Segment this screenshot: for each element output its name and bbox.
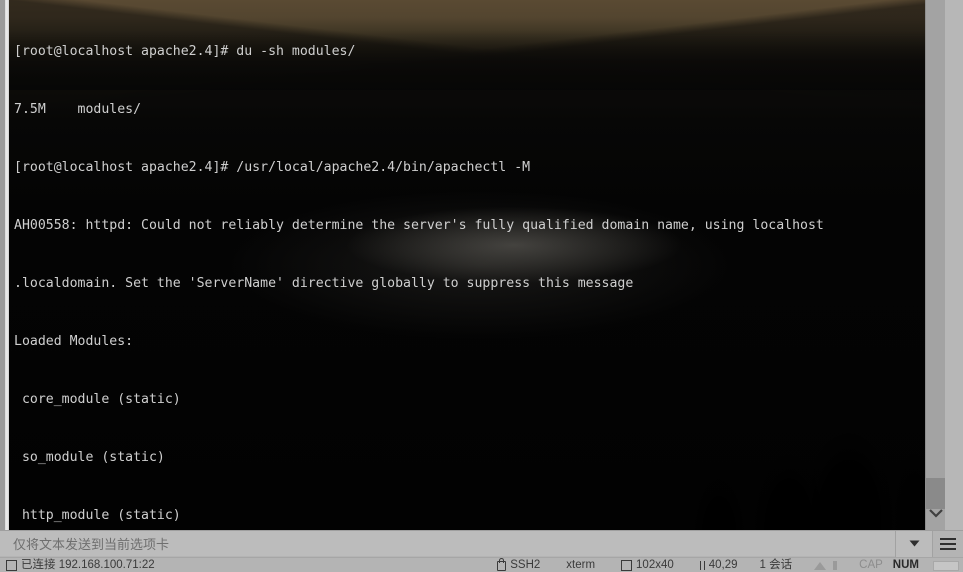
terminal-line: Loaded Modules: <box>14 333 134 349</box>
status-bar: 已连接 192.168.100.71:22 SSH2 xterm 102x40 … <box>0 557 963 572</box>
download-bar-icon <box>833 561 838 570</box>
status-num: NUM <box>893 558 933 572</box>
status-connection-label: 已连接 192.168.100.71:22 <box>21 559 155 571</box>
chevron-down-icon[interactable] <box>926 504 945 522</box>
status-caps: CAP <box>859 558 893 572</box>
window-right-gutter <box>945 0 963 530</box>
send-command-bar: 仅将文本发送到当前选项卡 <box>0 530 963 557</box>
status-terminal-type-label: xterm <box>566 559 596 571</box>
command-input[interactable]: 仅将文本发送到当前选项卡 <box>0 531 895 556</box>
status-transfer <box>814 558 859 572</box>
status-cursor-label: 40,29 <box>708 559 738 571</box>
hamburger-menu-icon[interactable] <box>933 530 963 557</box>
status-resize-grip[interactable] <box>933 558 963 572</box>
status-sessions-label: 1 会话 <box>759 559 793 571</box>
connection-icon <box>6 560 17 571</box>
terminal-vertical-scrollbar[interactable] <box>925 0 945 530</box>
status-connection: 已连接 192.168.100.71:22 <box>0 558 155 572</box>
status-protocol-label: SSH2 <box>510 559 541 571</box>
terminal-line: [root@localhost apache2.4]# /usr/local/a… <box>14 159 531 175</box>
terminal-output: [root@localhost apache2.4]# du -sh modul… <box>9 0 925 530</box>
terminal-line: AH00558: httpd: Could not reliably deter… <box>14 217 824 233</box>
text-cursor-icon <box>699 561 705 570</box>
terminal-line: 7.5M modules/ <box>14 101 142 117</box>
terminal-line: so_module (static) <box>14 449 165 465</box>
terminal-line: http_module (static) <box>14 507 181 523</box>
status-protocol: SSH2 <box>497 558 566 572</box>
resize-grip-icon[interactable] <box>933 560 959 571</box>
upload-triangle-icon <box>814 561 827 570</box>
status-caps-label: CAP <box>859 559 883 571</box>
status-terminal-type: xterm <box>566 558 621 572</box>
status-size-label: 102x40 <box>636 559 674 571</box>
terminal-line: [root@localhost apache2.4]# du -sh modul… <box>14 43 356 59</box>
sshclient-window: [root@localhost apache2.4]# du -sh modul… <box>0 0 963 572</box>
terminal-line: .localdomain. Set the 'ServerName' direc… <box>14 275 634 291</box>
status-num-label: NUM <box>892 559 919 571</box>
caret-down-icon[interactable] <box>896 530 932 557</box>
status-size: 102x40 <box>621 558 700 572</box>
lock-icon <box>497 558 507 571</box>
status-sessions: 1 会话 <box>760 558 815 572</box>
terminal-screen[interactable]: [root@localhost apache2.4]# du -sh modul… <box>9 0 925 530</box>
grid-icon <box>621 560 633 571</box>
status-cursor: 40,29 <box>699 558 760 572</box>
terminal-line: core_module (static) <box>14 391 181 407</box>
